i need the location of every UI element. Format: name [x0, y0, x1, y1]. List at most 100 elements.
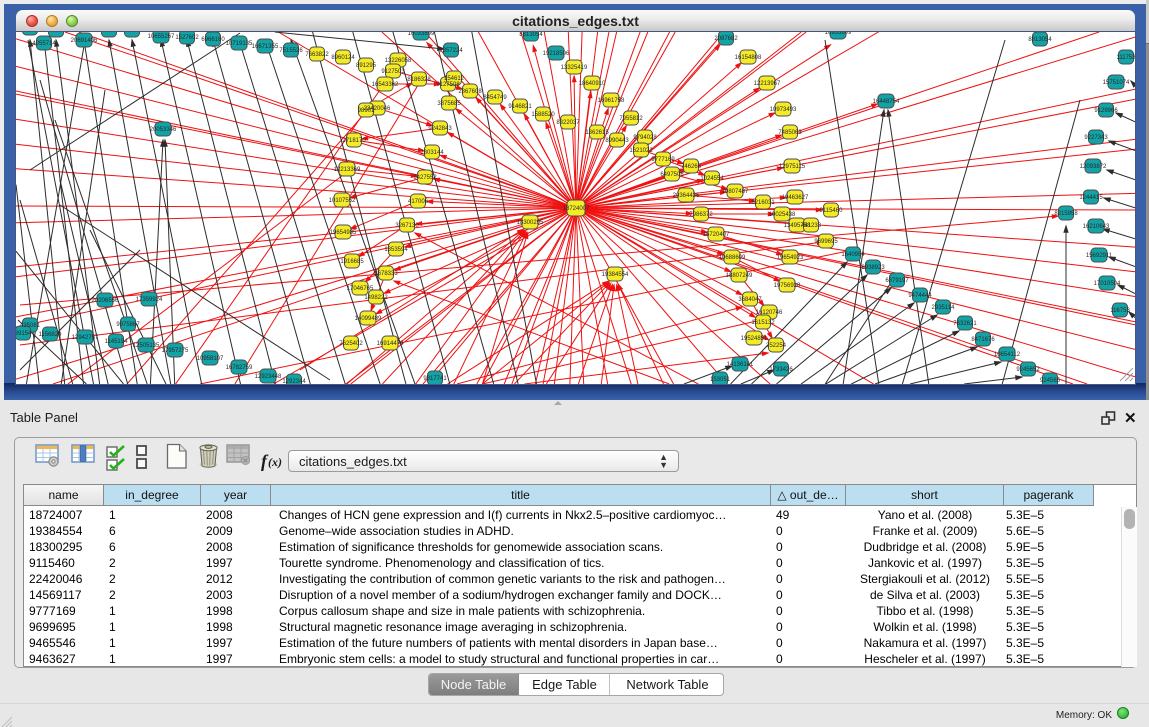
svg-text:19654923: 19654923	[777, 255, 804, 261]
svg-text:12093872: 12093872	[1080, 164, 1107, 170]
svg-text:16543362: 16543362	[372, 82, 399, 88]
svg-text:1498222: 1498222	[364, 295, 388, 301]
svg-text:111753: 111753	[1116, 55, 1135, 61]
svg-text:12505135: 12505135	[133, 343, 160, 349]
svg-text:4055714: 4055714	[32, 41, 56, 47]
svg-text:14099489: 14099489	[355, 316, 382, 322]
svg-text:17957275: 17957275	[162, 348, 189, 354]
svg-text:924565: 924565	[1040, 378, 1061, 384]
svg-text:9794028: 9794028	[633, 135, 657, 141]
svg-text:9227343: 9227343	[1084, 135, 1108, 141]
svg-text:13325419: 13325419	[561, 65, 588, 71]
svg-text:19218506: 19218506	[543, 51, 570, 57]
svg-text:10973493: 10973493	[770, 107, 797, 113]
svg-text:441233: 441233	[801, 223, 822, 229]
svg-text:20364436: 20364436	[673, 193, 700, 199]
svg-text:9817741: 9817741	[423, 376, 447, 382]
svg-text:3875685: 3875685	[437, 101, 461, 107]
svg-text:39154: 39154	[16, 331, 32, 337]
svg-text:18300295: 18300295	[517, 220, 544, 226]
svg-text:251309: 251309	[46, 32, 67, 34]
svg-text:10719135: 10719135	[226, 41, 253, 47]
svg-text:2867608: 2867608	[458, 89, 482, 95]
svg-text:293171: 293171	[122, 32, 143, 34]
svg-text:2718170: 2718170	[342, 138, 366, 144]
svg-text:1145194: 1145194	[105, 339, 129, 345]
svg-text:891295: 891295	[356, 63, 377, 69]
svg-text:7515526: 7515526	[279, 48, 303, 54]
svg-text:417006: 417006	[408, 199, 429, 205]
svg-text:8938923: 8938923	[861, 265, 885, 271]
svg-text:6966160: 6966160	[201, 37, 225, 43]
svg-text:9127508: 9127508	[436, 82, 460, 88]
svg-text:10025438: 10025438	[769, 212, 796, 218]
svg-text:8322037: 8322037	[556, 120, 580, 126]
svg-text:8813054: 8813054	[1028, 37, 1052, 43]
svg-text:8215958: 8215958	[1054, 211, 1078, 217]
svg-text:16914479: 16914479	[377, 341, 404, 347]
svg-text:8454749: 8454749	[483, 95, 507, 101]
svg-text:15692911: 15692911	[1086, 253, 1113, 259]
svg-text:17010504: 17010504	[1094, 281, 1121, 287]
svg-text:1916685: 1916685	[340, 259, 364, 265]
svg-text:1733426: 1733426	[769, 367, 793, 373]
svg-text:3267130: 3267130	[395, 223, 419, 229]
svg-text:18640910: 18640910	[579, 81, 606, 87]
svg-text:16671355: 16671355	[252, 44, 279, 50]
svg-text:1588520: 1588520	[531, 112, 555, 118]
svg-text:7955812: 7955812	[619, 116, 643, 122]
svg-text:16154808: 16154808	[735, 55, 762, 61]
svg-text:9127503: 9127503	[381, 69, 405, 75]
svg-text:16210643: 16210643	[1083, 224, 1110, 230]
svg-text:116753: 116753	[1110, 308, 1130, 314]
svg-text:7632621: 7632621	[953, 321, 977, 327]
svg-text:1615132: 1615132	[751, 320, 775, 326]
svg-text:7357224: 7357224	[439, 48, 463, 54]
svg-text:252254: 252254	[766, 343, 787, 349]
svg-text:12942757: 12942757	[72, 335, 99, 341]
svg-text:20206556: 20206556	[92, 298, 119, 304]
svg-text:154612: 154612	[444, 76, 465, 82]
svg-text:10655267: 10655267	[148, 34, 175, 40]
svg-text:16933809: 16933809	[825, 32, 852, 36]
svg-text:17046765: 17046765	[347, 286, 374, 292]
svg-text:2087682: 2087682	[714, 36, 738, 42]
svg-text:15720407: 15720407	[703, 232, 730, 238]
svg-text:435081: 435081	[20, 323, 41, 329]
svg-text:19756928: 19756928	[774, 283, 801, 289]
svg-text:12923448: 12923448	[255, 374, 282, 380]
svg-text:19384554: 19384554	[602, 272, 629, 278]
svg-text:746266: 746266	[681, 164, 702, 170]
svg-text:3684047: 3684047	[738, 297, 762, 303]
svg-text:10807487: 10807487	[722, 189, 749, 195]
svg-text:20053346: 20053346	[150, 127, 177, 133]
svg-text:1353594: 1353594	[384, 247, 408, 253]
svg-text:2803144: 2803144	[420, 150, 444, 156]
svg-text:1527602: 1527602	[175, 35, 199, 41]
svg-text:16448754: 16448754	[873, 99, 900, 105]
svg-text:8186328: 8186328	[407, 77, 431, 83]
svg-text:7625402: 7625402	[339, 341, 363, 347]
svg-text:(x): (x)	[268, 455, 282, 469]
svg-text:8960124: 8960124	[331, 55, 355, 61]
svg-text:19463627: 19463627	[782, 195, 809, 201]
svg-text:19654985: 19654985	[330, 230, 357, 236]
svg-text:153051: 153051	[710, 377, 731, 383]
svg-text:1156829: 1156829	[39, 332, 63, 338]
svg-text:15751074: 15751074	[1103, 80, 1130, 86]
svg-text:10688609: 10688609	[719, 255, 746, 261]
svg-text:14136141: 14136141	[727, 362, 754, 368]
svg-text:9115460: 9115460	[820, 208, 844, 214]
svg-text:1362615: 1362615	[585, 130, 609, 136]
svg-text:6497508: 6497508	[660, 172, 684, 178]
svg-text:16033809: 16033809	[408, 32, 435, 37]
svg-text:20691406: 20691406	[71, 38, 98, 44]
svg-text:9699695: 9699695	[814, 239, 838, 245]
svg-text:18724007: 18724007	[563, 206, 590, 212]
svg-text:10107552: 10107552	[329, 198, 356, 204]
svg-text:16961758: 16961758	[598, 98, 625, 104]
svg-text:9474444: 9474444	[908, 293, 932, 299]
svg-text:17359924: 17359924	[136, 297, 163, 303]
svg-text:12213967: 12213967	[754, 81, 781, 87]
svg-text:13226058: 13226058	[385, 58, 412, 64]
